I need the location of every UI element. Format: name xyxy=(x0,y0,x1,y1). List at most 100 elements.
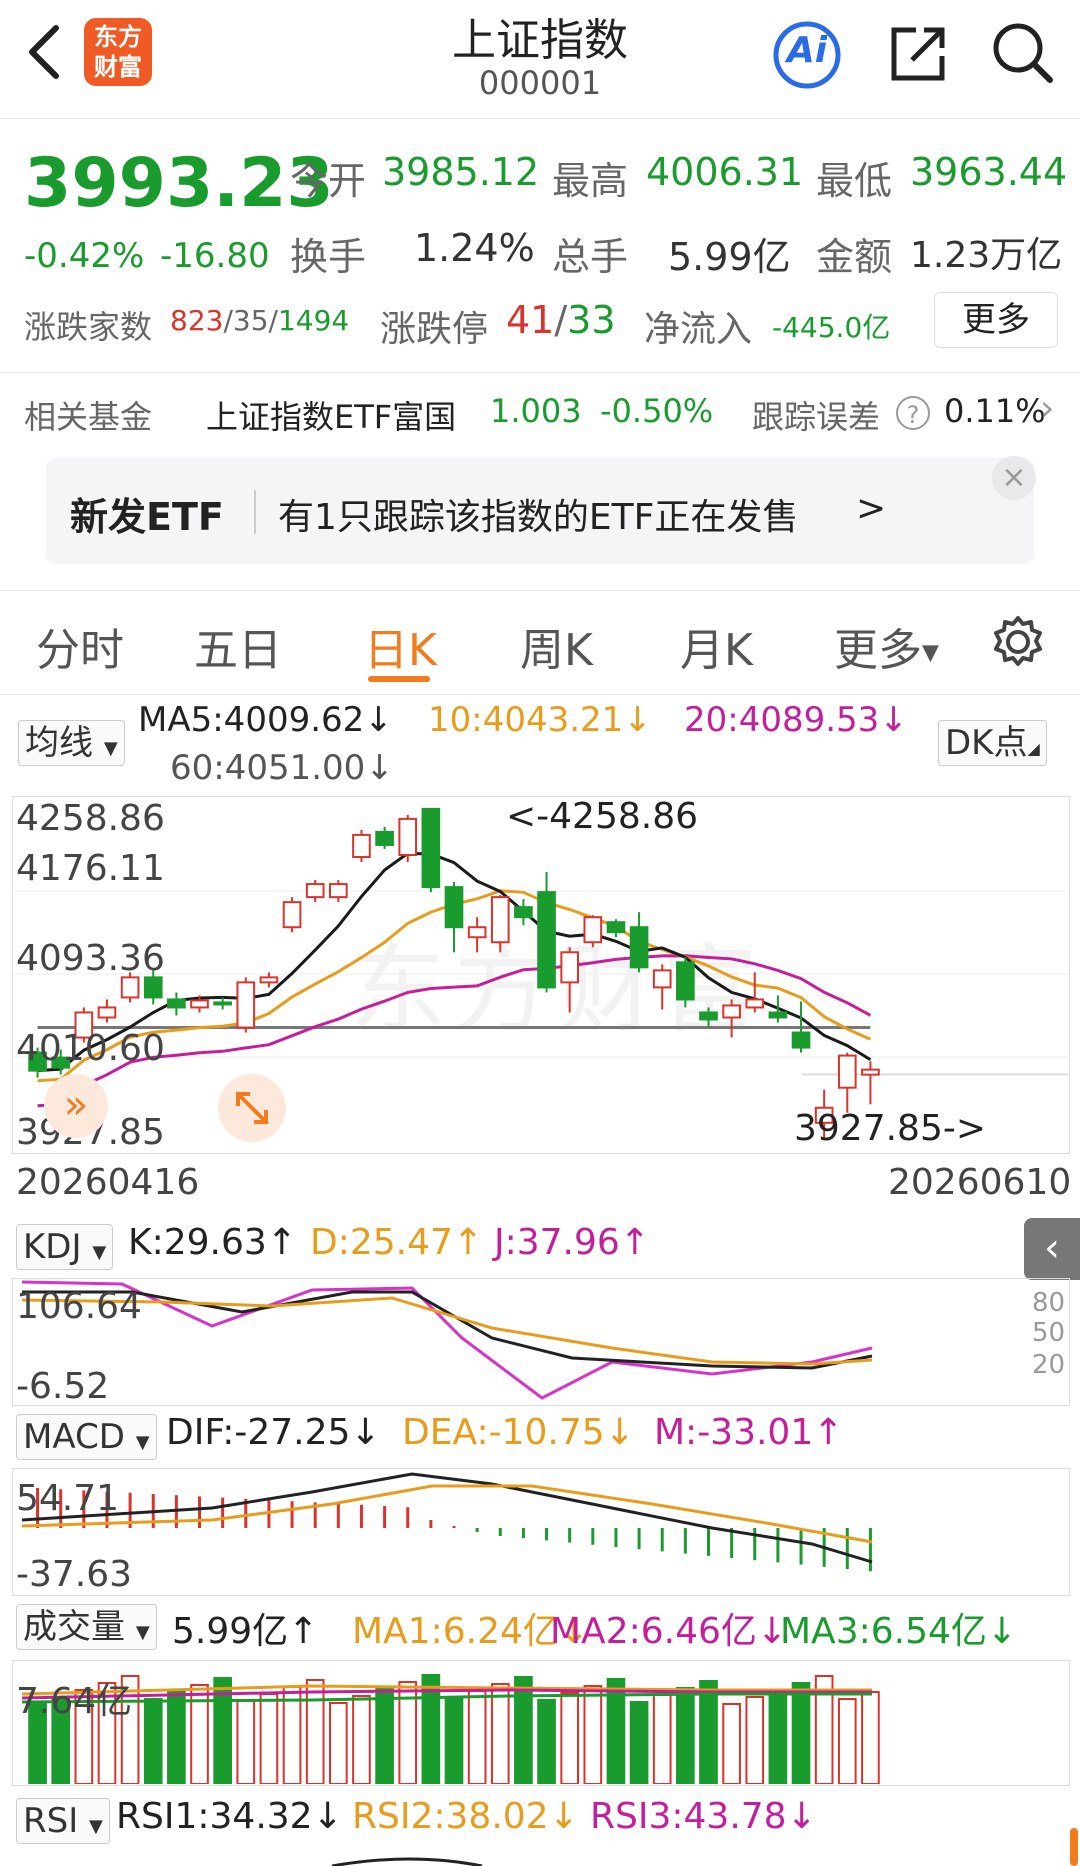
related-fund-label: 相关基金 xyxy=(24,398,153,436)
kdj-y-bottom: -6.52 xyxy=(16,1366,110,1407)
volume-bar xyxy=(583,1685,603,1784)
candle-body xyxy=(537,891,556,989)
volume-bar xyxy=(699,1680,718,1784)
banner-close-icon[interactable]: × xyxy=(992,456,1036,500)
volume-bar xyxy=(629,1701,649,1784)
search-icon[interactable] xyxy=(990,20,1056,86)
back-icon[interactable] xyxy=(24,22,64,82)
tab-daily-k[interactable]: 日K xyxy=(364,614,437,678)
kdj-selector[interactable]: KDJ ▼ xyxy=(16,1224,114,1270)
tab-more[interactable]: 更多▼ xyxy=(834,614,939,678)
ai-label: Ai xyxy=(786,30,828,71)
rsi-selector[interactable]: RSI ▼ xyxy=(16,1798,110,1844)
banner-text: 有1只跟踪该指数的ETF正在发售 xyxy=(278,497,799,538)
dk-button[interactable]: DK点◢ xyxy=(938,720,1047,766)
candle-body xyxy=(652,969,672,989)
related-fund-name[interactable]: 上证指数ETF富国 xyxy=(206,392,456,438)
logo-line-2: 财富 xyxy=(94,53,142,81)
inflow-value: -445.0亿 xyxy=(772,311,891,344)
candle-body xyxy=(699,1011,718,1021)
more-button[interactable]: 更多 xyxy=(934,292,1058,348)
ma-selector[interactable]: 均线 ▼ xyxy=(18,720,125,766)
volume-chart xyxy=(21,1674,880,1784)
candle-body xyxy=(167,998,186,1009)
volume-bar xyxy=(375,1688,394,1784)
volume-bar xyxy=(236,1700,256,1784)
tab-five-day[interactable]: 五日 xyxy=(194,614,282,678)
tracking-error-label: 跟踪误差 xyxy=(752,398,881,436)
expand-icon[interactable] xyxy=(218,1074,286,1142)
candle-body xyxy=(120,976,140,999)
breadth-flat: 35 xyxy=(232,304,269,337)
volume-bar xyxy=(490,1683,510,1784)
candle-body xyxy=(352,833,371,859)
volume-bar xyxy=(514,1676,533,1784)
change-percent: -0.42% xyxy=(24,236,145,276)
candle-body xyxy=(143,976,163,999)
tab-monthly-k[interactable]: 月K xyxy=(680,614,753,678)
related-fund-change: -0.50% xyxy=(600,392,714,430)
caret-down-icon: ▼ xyxy=(89,1816,103,1837)
volume-bar xyxy=(328,1702,348,1784)
rsi2-legend: RSI2:38.02↓ xyxy=(352,1796,579,1837)
volume-value: 5.99亿 xyxy=(668,235,791,279)
kline-chart[interactable] xyxy=(12,796,1068,1152)
candle-body xyxy=(97,1006,117,1019)
candle-body xyxy=(629,926,649,969)
active-tab-indicator xyxy=(368,676,430,682)
rsi-line xyxy=(331,1857,483,1866)
settings-gear-icon[interactable] xyxy=(990,614,1046,670)
share-icon[interactable] xyxy=(886,22,950,86)
tab-intraday[interactable]: 分时 xyxy=(36,614,124,678)
scroll-left-icon[interactable]: » xyxy=(44,1074,108,1138)
macd-selector[interactable]: MACD ▼ xyxy=(16,1414,157,1460)
candle-body xyxy=(236,981,256,1029)
rsi-selector-label: RSI xyxy=(23,1801,79,1841)
volume-bar xyxy=(143,1698,163,1784)
kdj-chart xyxy=(21,1280,873,1400)
volume-bar xyxy=(259,1693,279,1784)
kdj-level-label: 20 xyxy=(1032,1350,1066,1380)
volume-bar xyxy=(352,1695,371,1784)
low-value: 3963.44 xyxy=(910,150,1068,194)
kline-y-label: 4258.86 xyxy=(16,798,165,839)
volume-selector[interactable]: 成交量 ▼ xyxy=(16,1604,157,1650)
collapse-panel-icon[interactable]: ‹ xyxy=(1024,1218,1080,1280)
candle-body xyxy=(583,916,603,944)
low-label: 最低 xyxy=(816,159,893,203)
date-start: 20260416 xyxy=(16,1162,200,1203)
candle-body xyxy=(467,926,487,939)
volume-bar xyxy=(745,1696,765,1784)
ma-selector-label: 均线 xyxy=(25,723,93,763)
inflow-label: 净流入 xyxy=(644,309,753,350)
volume-bar xyxy=(444,1697,464,1784)
change-value: -16.80 xyxy=(160,236,270,276)
logo-line-1: 东方 xyxy=(94,23,142,51)
volume-bar xyxy=(652,1694,672,1784)
banner-divider xyxy=(254,490,256,534)
chevron-right-icon[interactable]: › xyxy=(1040,388,1054,429)
tracking-error-value: 0.11% xyxy=(944,392,1046,430)
date-end: 20260610 xyxy=(888,1162,1072,1203)
tab-weekly-k[interactable]: 周K xyxy=(520,614,593,678)
ai-icon[interactable]: Ai xyxy=(772,20,842,90)
related-fund-price: 1.003 xyxy=(490,392,582,430)
candle-body xyxy=(375,830,394,846)
candle-body xyxy=(560,951,580,984)
volume-bar xyxy=(791,1682,811,1784)
ma5-legend: MA5:4009.62↓ xyxy=(138,700,393,740)
candle-body xyxy=(861,1068,880,1076)
volume-selector-label: 成交量 xyxy=(23,1607,125,1647)
ma60-legend: 60:4051.00↓ xyxy=(170,748,394,788)
kdj-k-line xyxy=(22,1290,873,1370)
kline-y-label: 4010.60 xyxy=(16,1028,165,1069)
macd-y-top: 54.71 xyxy=(16,1478,120,1519)
volume-bar xyxy=(722,1703,741,1784)
help-icon[interactable]: ? xyxy=(896,396,930,430)
volume-bar xyxy=(768,1689,788,1784)
scrollbar-handle[interactable] xyxy=(1070,1828,1078,1866)
caret-down-icon: ▼ xyxy=(103,738,118,759)
corner-icon: ◢ xyxy=(1027,739,1040,758)
candle-body xyxy=(328,883,348,899)
volume-value-legend: 5.99亿↑ xyxy=(172,1611,319,1652)
